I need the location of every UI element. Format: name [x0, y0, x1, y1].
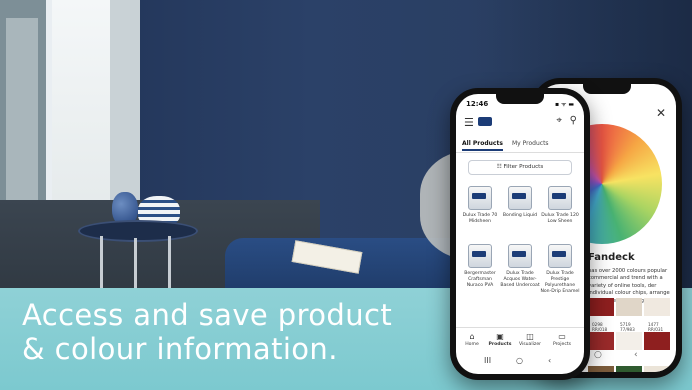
- front-phone-system-nav: III ○ ‹: [456, 356, 584, 368]
- home-nav-button[interactable]: ○: [594, 350, 602, 360]
- dulux-logo-icon: [478, 117, 492, 126]
- colour-swatch[interactable]: [588, 366, 614, 372]
- product-card[interactable]: Dulux Trade 70 Midsheen: [460, 186, 500, 225]
- search-icon[interactable]: ⚲: [570, 115, 577, 126]
- bottom-nav: ⌂ Home ▣ Products ◫ Visualizer ▭ Project…: [456, 327, 584, 352]
- paint-can-icon: [548, 244, 572, 268]
- product-card[interactable]: Bergermaster Craftsman Nuraco PVA: [460, 244, 500, 289]
- promo-banner: Access and save product & colour informa…: [0, 0, 692, 390]
- visualizer-icon: ◫: [526, 332, 534, 341]
- nav-projects[interactable]: ▭ Projects: [548, 332, 576, 347]
- status-icons: ▪ ᯤ ▬: [554, 101, 574, 108]
- projects-icon: ▭: [558, 332, 566, 341]
- colour-code: 0298 RR/018: [592, 322, 607, 332]
- paint-can-icon: [548, 186, 572, 210]
- paint-can-icon: [468, 186, 492, 210]
- colour-swatch[interactable]: [644, 332, 670, 350]
- products-icon: ▣: [496, 332, 504, 341]
- menu-icon[interactable]: ☰: [464, 116, 474, 129]
- colour-swatch[interactable]: [644, 366, 670, 372]
- colour-swatch[interactable]: [588, 298, 614, 316]
- close-icon[interactable]: ✕: [656, 106, 666, 120]
- colour-swatch[interactable]: [644, 298, 670, 316]
- front-phone: 12:46 ▪ ᯤ ▬ ☰ ⌖ ⚲ All Products My Produc…: [450, 88, 590, 380]
- home-nav-button[interactable]: ○: [516, 356, 523, 365]
- status-time: 12:46: [466, 100, 489, 108]
- nav-products[interactable]: ▣ Products: [486, 332, 514, 347]
- colour-code-ref: RR/031: [648, 327, 664, 332]
- tab-my-products[interactable]: My Products: [512, 140, 549, 147]
- paint-can-icon: [468, 244, 492, 268]
- home-icon: ⌂: [469, 332, 475, 341]
- tab-all-products[interactable]: All Products: [462, 140, 503, 151]
- colour-swatch[interactable]: [616, 366, 642, 372]
- nav-visualizer[interactable]: ◫ Visualizer: [516, 332, 544, 347]
- product-card[interactable]: Dulux Trade Acquos Water-Based Undercoat: [500, 244, 540, 289]
- product-tabs: All Products My Products: [456, 136, 584, 153]
- paint-can-icon: [508, 244, 532, 268]
- app-header: ☰ ⌖ ⚲: [456, 112, 584, 134]
- product-name: Bergermaster Craftsman Nuraco PVA: [464, 271, 496, 288]
- headline-line-1: Access and save product: [22, 298, 393, 332]
- nav-label: Products: [488, 342, 512, 347]
- side-table: [78, 220, 198, 242]
- colour-swatch[interactable]: [616, 332, 642, 350]
- product-card[interactable]: Dulux Trade Prestige Polyurethane Non-Dr…: [540, 244, 580, 295]
- paint-can-icon: [508, 186, 532, 210]
- product-card[interactable]: Bonding Liquid: [500, 186, 540, 219]
- colour-code: 5719 77/983: [620, 322, 635, 332]
- colour-code-ref: 77/983: [620, 327, 635, 332]
- filter-products-button[interactable]: ☷ Filter Products: [468, 160, 572, 175]
- location-pin-icon[interactable]: ⌖: [556, 115, 562, 126]
- phone-notch: [496, 94, 544, 104]
- nav-label: Projects: [552, 342, 572, 347]
- product-name: Dulux Trade Acquos Water-Based Undercoat: [500, 271, 540, 288]
- headline-line-2: & colour information.: [22, 332, 338, 366]
- phone-notch: [583, 84, 631, 94]
- back-nav-button[interactable]: ‹: [634, 350, 638, 360]
- fandeck-title: Fandeck: [588, 252, 635, 263]
- colour-code-ref: RR/018: [592, 327, 608, 332]
- product-name: Dulux Trade 70 Midsheen: [462, 213, 498, 224]
- back-nav-button[interactable]: ‹: [548, 356, 551, 365]
- product-name: Bonding Liquid: [502, 213, 538, 218]
- door-glass-pane: [6, 18, 38, 208]
- headline: Access and save product & colour informa…: [22, 298, 462, 366]
- front-phone-screen: 12:46 ▪ ᯤ ▬ ☰ ⌖ ⚲ All Products My Produc…: [456, 94, 584, 374]
- colour-code: 1477 RR/031: [648, 322, 663, 332]
- colour-swatch[interactable]: [616, 298, 642, 316]
- product-card[interactable]: Dulux Trade 120 Low Sheen: [540, 186, 580, 225]
- colour-swatch[interactable]: [588, 332, 614, 350]
- nav-label: Home: [465, 342, 479, 347]
- nav-label: Visualizer: [518, 342, 542, 347]
- product-name: Dulux Trade Prestige Polyurethane Non-Dr…: [540, 271, 580, 294]
- nav-home[interactable]: ⌂ Home: [458, 332, 486, 347]
- product-name: Dulux Trade 120 Low Sheen: [541, 213, 579, 224]
- recent-apps-button[interactable]: III: [484, 356, 491, 365]
